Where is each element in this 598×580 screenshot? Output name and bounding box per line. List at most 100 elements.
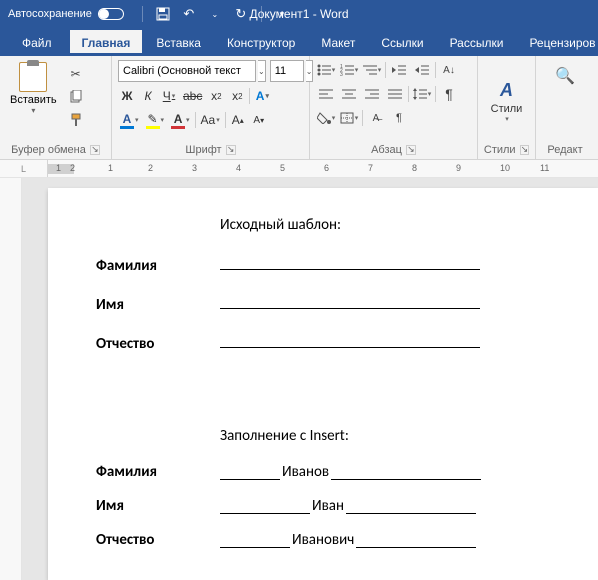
find-button[interactable]: 🔍 (555, 66, 575, 86)
save-icon[interactable] (155, 6, 171, 22)
document-page[interactable]: Исходный шаблон: Фамилия Имя Отчество За… (48, 188, 598, 580)
autosave-toggle[interactable] (98, 8, 124, 20)
borders-button[interactable]: ▾ (339, 108, 359, 128)
horizontal-ruler[interactable]: L 121234567891011 (0, 160, 598, 178)
align-center-button[interactable] (339, 84, 359, 104)
styles-button[interactable]: A Стили ▾ (489, 84, 525, 118)
line-spacing-button[interactable]: ▾ (412, 84, 432, 104)
bold-button[interactable]: Ж (118, 86, 136, 106)
eraser-icon: A̶ (373, 113, 380, 124)
ribbon-tabs: Файл Главная Вставка Конструктор Макет С… (0, 28, 598, 56)
subscript-button[interactable]: x2 (207, 86, 225, 106)
tab-design[interactable]: Конструктор (215, 30, 307, 56)
sort-button[interactable]: A↓ (439, 60, 459, 80)
paragraph-marks-button[interactable]: ¶ (389, 108, 409, 128)
font-color2-button[interactable]: A▾ (118, 110, 141, 130)
row-patronymic-filled: Отчество Иванович (96, 531, 568, 549)
font-dialog-launcher[interactable]: ↘ (226, 145, 236, 155)
filled-line: Иван (220, 497, 476, 515)
change-case-button[interactable]: Aa▾ (199, 110, 222, 130)
font-color-button[interactable]: A▾ (169, 110, 192, 130)
row-surname-filled: Фамилия Иванов (96, 463, 568, 481)
tab-review[interactable]: Рецензиров (517, 30, 598, 56)
tab-mailings[interactable]: Рассылки (438, 30, 516, 56)
blank-line (220, 330, 480, 348)
ruler-corner: L (0, 160, 48, 177)
decrease-indent-button[interactable] (389, 60, 409, 80)
align-right-button[interactable] (362, 84, 382, 104)
group-paragraph: ▾ 123▾ ▾ A↓ (310, 56, 478, 159)
clipboard-dialog-launcher[interactable]: ↘ (90, 145, 100, 155)
bucket-icon (317, 112, 331, 124)
ruler-tick: 1 (108, 163, 113, 173)
tab-file[interactable]: Файл (6, 30, 68, 56)
label-surname: Фамилия (96, 463, 220, 481)
label-surname: Фамилия (96, 257, 220, 275)
copy-button[interactable] (65, 87, 87, 107)
bullets-icon (317, 64, 331, 76)
paste-label: Вставить (10, 94, 57, 106)
font-name-dropdown[interactable]: ⌄ (258, 60, 266, 82)
document-workspace: Исходный шаблон: Фамилия Имя Отчество За… (0, 178, 598, 580)
align-left-button[interactable] (316, 84, 336, 104)
highlight-button[interactable]: ✎▾ (144, 110, 167, 130)
shading-button[interactable]: ▾ (316, 108, 336, 128)
redo-icon[interactable]: ↻ (233, 6, 249, 22)
ruler-tick: 8 (412, 163, 417, 173)
paste-button[interactable]: Вставить ▾ (6, 60, 61, 142)
label-patronymic: Отчество (96, 531, 220, 549)
outdent-icon (392, 64, 406, 76)
value-name: Иван (310, 497, 346, 515)
ruler-tick: 2 (148, 163, 153, 173)
tab-layout[interactable]: Макет (309, 30, 367, 56)
cut-button[interactable]: ✂ (65, 64, 87, 84)
bullets-button[interactable]: ▾ (316, 60, 336, 80)
show-marks-button[interactable]: ¶ (439, 84, 459, 104)
label-name: Имя (96, 296, 220, 314)
underline-button[interactable]: Ч▾ (160, 86, 178, 106)
value-surname: Иванов (280, 463, 331, 481)
paragraph-group-label: Абзац (371, 142, 402, 157)
format-painter-button[interactable] (65, 110, 87, 130)
undo-icon[interactable]: ↶ (181, 6, 197, 22)
text-effects-button[interactable]: A▾ (253, 86, 271, 106)
brush-icon (69, 113, 83, 127)
autosave-label: Автосохранение (8, 8, 92, 20)
multilevel-icon (363, 64, 377, 76)
row-patronymic-blank: Отчество (96, 330, 568, 353)
paragraph-dialog-launcher[interactable]: ↘ (406, 145, 416, 155)
blank-line (220, 291, 480, 309)
value-patronymic: Иванович (290, 531, 356, 549)
tab-references[interactable]: Ссылки (369, 30, 435, 56)
multilevel-button[interactable]: ▾ (362, 60, 382, 80)
ruler-tick: 3 (192, 163, 197, 173)
grow-font-button[interactable]: A▴ (229, 110, 247, 130)
vertical-ruler[interactable] (0, 178, 22, 580)
tab-insert[interactable]: Вставка (144, 30, 213, 56)
ruler-tick: 5 (280, 163, 285, 173)
ruler-tick: 6 (324, 163, 329, 173)
scissors-icon: ✂ (71, 67, 81, 81)
chevron-down-icon[interactable]: ▾ (505, 115, 509, 123)
numbering-button[interactable]: 123▾ (339, 60, 359, 80)
italic-button[interactable]: К (139, 86, 157, 106)
align-center-icon (342, 88, 356, 100)
font-size-combo[interactable] (270, 60, 304, 82)
ruler-tick: 7 (368, 163, 373, 173)
font-name-combo[interactable] (118, 60, 256, 82)
superscript-button[interactable]: x2 (228, 86, 246, 106)
styles-label: Стили (491, 103, 523, 115)
ruler-tick: 10 (500, 163, 510, 173)
undo-dropdown-icon[interactable]: ⌄ (207, 6, 223, 22)
styles-dialog-launcher[interactable]: ↘ (520, 145, 530, 155)
group-styles: A Стили ▾ Стили ↘ (478, 56, 536, 159)
justify-button[interactable] (385, 84, 405, 104)
chevron-down-icon[interactable]: ▾ (31, 106, 35, 115)
shrink-font-button[interactable]: A▾ (250, 110, 268, 130)
tab-home[interactable]: Главная (70, 30, 143, 56)
increase-indent-button[interactable] (412, 60, 432, 80)
clear-formatting-button[interactable]: A̶ (366, 108, 386, 128)
section2-title: Заполнение с Insert: (220, 427, 568, 445)
ruler-scale: 121234567891011 (48, 160, 598, 177)
strikethrough-button[interactable]: abc (181, 86, 204, 106)
